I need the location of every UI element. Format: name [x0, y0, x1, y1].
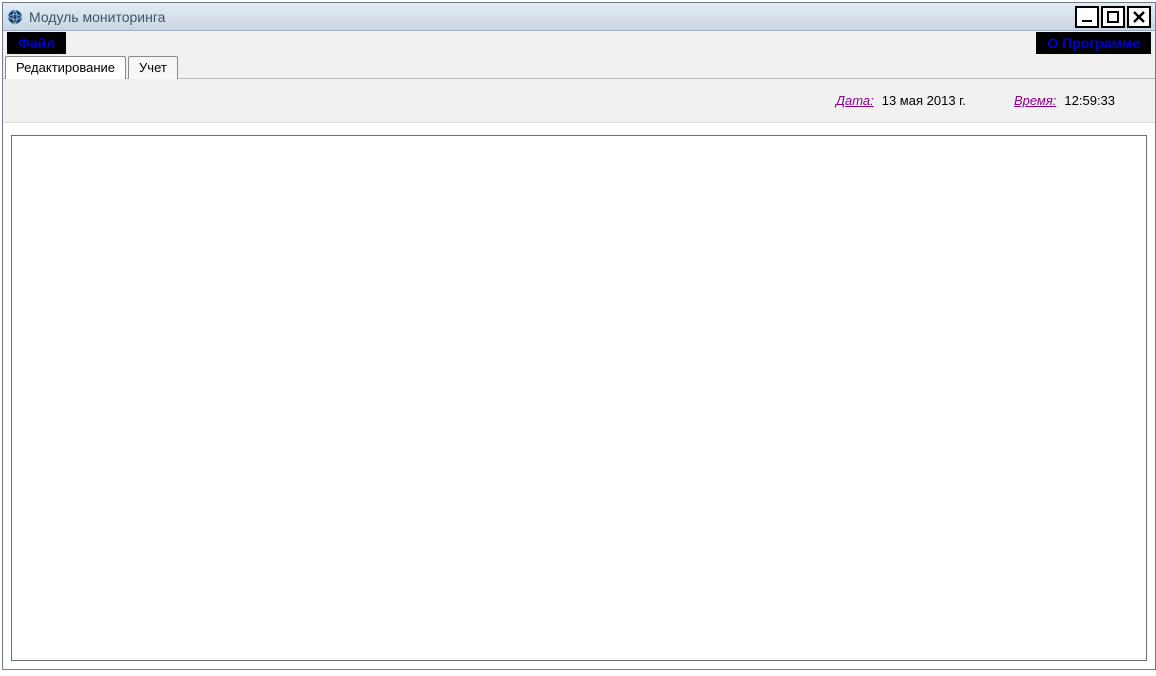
status-date: Дата: 13 мая 2013 г. — [836, 93, 966, 108]
close-button[interactable] — [1127, 6, 1151, 28]
app-icon — [7, 9, 23, 25]
tab-account[interactable]: Учет — [128, 56, 178, 79]
tab-edit-label: Редактирование — [16, 60, 115, 75]
menubar: Файл О Программе — [3, 31, 1155, 55]
status-time-value: 12:59:33 — [1064, 93, 1115, 108]
maximize-button[interactable] — [1101, 6, 1125, 28]
close-icon — [1132, 10, 1146, 24]
minimize-button[interactable] — [1075, 6, 1099, 28]
maximize-icon — [1106, 10, 1120, 24]
status-time: Время: 12:59:33 — [1014, 93, 1115, 108]
status-date-value: 13 мая 2013 г. — [882, 93, 966, 108]
content-panel — [11, 135, 1147, 661]
tab-edit[interactable]: Редактирование — [5, 56, 126, 79]
menu-about-label: О Программе — [1047, 35, 1140, 51]
titlebar: Модуль мониторинга — [3, 3, 1155, 31]
menu-file-label: Файл — [18, 35, 55, 51]
status-row: Дата: 13 мая 2013 г. Время: 12:59:33 — [3, 79, 1155, 123]
window-controls — [1075, 6, 1151, 28]
tab-account-label: Учет — [139, 60, 167, 75]
menu-about[interactable]: О Программе — [1036, 32, 1151, 54]
menubar-spacer — [66, 31, 1036, 55]
status-time-label: Время: — [1014, 93, 1056, 108]
window-title: Модуль мониторинга — [29, 9, 1075, 25]
app-window: Модуль мониторинга Файл — [2, 2, 1156, 670]
minimize-icon — [1080, 10, 1094, 24]
status-date-label: Дата: — [836, 93, 874, 108]
menu-file[interactable]: Файл — [7, 32, 66, 54]
tabbar: Редактирование Учет — [3, 55, 1155, 79]
